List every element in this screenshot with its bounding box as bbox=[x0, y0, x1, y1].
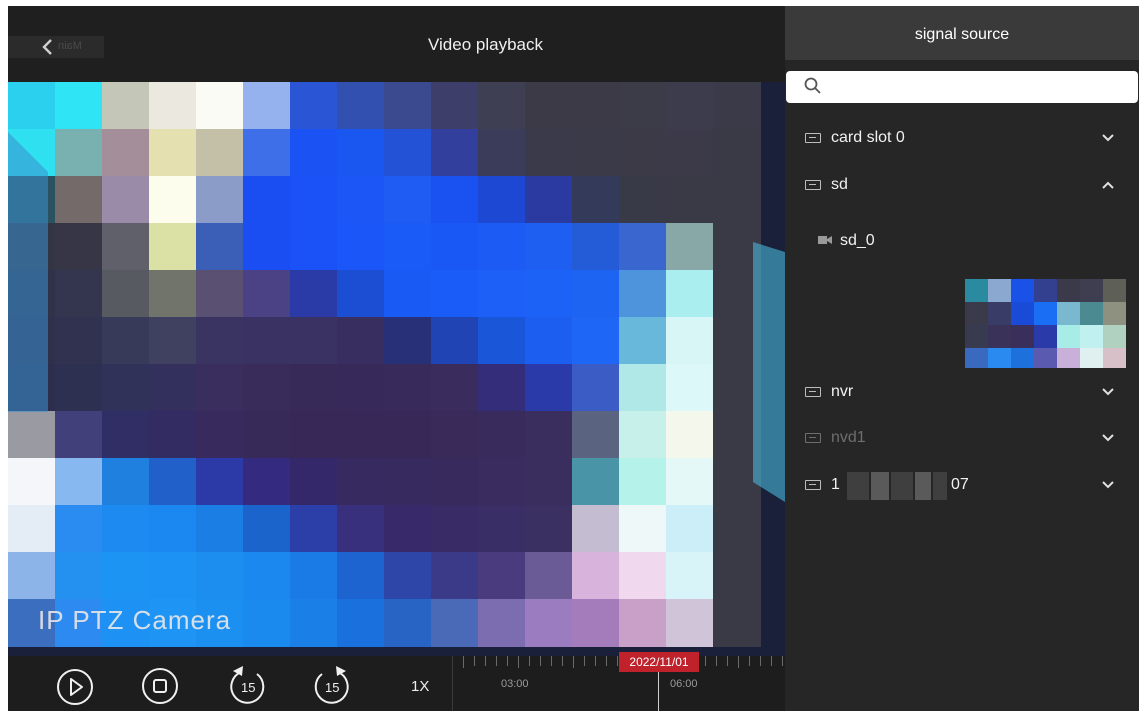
back-button[interactable]: Main bbox=[8, 36, 104, 58]
timeline-tick bbox=[727, 656, 728, 666]
tree-item-sd[interactable]: sd bbox=[785, 166, 1139, 206]
timeline-tick bbox=[474, 656, 475, 666]
play-button[interactable] bbox=[55, 667, 95, 712]
rewind-label: 15 bbox=[241, 680, 255, 695]
camera-icon bbox=[818, 236, 832, 244]
tree-item-nvr[interactable]: nvr bbox=[785, 373, 1139, 413]
forward-label: 15 bbox=[325, 680, 339, 695]
timeline-tick bbox=[738, 656, 739, 668]
timeline-tick bbox=[595, 656, 596, 666]
chevron-down-icon[interactable] bbox=[1101, 431, 1115, 445]
redaction-block bbox=[891, 472, 913, 500]
tree-item-card-slot-0[interactable]: card slot 0 bbox=[785, 119, 1139, 159]
timeline-tick bbox=[782, 656, 783, 666]
tree-item-sd-0[interactable]: sd_0 bbox=[816, 230, 1116, 260]
tree-item-label: sd bbox=[831, 176, 848, 193]
timeline-tick bbox=[485, 656, 486, 666]
timeline-tick bbox=[529, 656, 530, 666]
date-badge: 2022/11/01 bbox=[619, 652, 699, 672]
video-player[interactable]: IP PTZ Camera bbox=[8, 82, 785, 656]
speed-selector[interactable]: 1X bbox=[411, 678, 429, 695]
back-label: Main bbox=[58, 40, 82, 52]
app-window: Main Video playback IP PTZ Camera 15 15 … bbox=[8, 6, 1139, 711]
timeline-tick bbox=[771, 656, 772, 666]
redaction-block bbox=[847, 472, 869, 500]
thumbnail-image bbox=[965, 279, 1126, 368]
timeline-label: 03:00 bbox=[501, 678, 529, 690]
timeline-tick bbox=[705, 656, 706, 666]
top-bar: Main Video playback bbox=[8, 6, 785, 82]
timeline-tick bbox=[760, 656, 761, 666]
timeline-tick bbox=[551, 656, 552, 666]
forward-icon: 15 bbox=[314, 666, 349, 704]
timeline-tick bbox=[749, 656, 750, 666]
device-icon bbox=[805, 180, 821, 190]
tree-item-label: 1 bbox=[831, 476, 840, 493]
search-icon bbox=[804, 77, 821, 94]
video-frame bbox=[8, 82, 785, 647]
timeline[interactable]: 03:00 06:00 2022/11/01 bbox=[452, 652, 786, 711]
redaction-block bbox=[871, 472, 889, 500]
forward-15-button[interactable]: 15 bbox=[312, 663, 352, 710]
chevron-left-icon bbox=[42, 39, 52, 55]
tree-item-redacted[interactable]: 1 07 bbox=[785, 466, 1139, 506]
chevron-down-icon[interactable] bbox=[1101, 385, 1115, 399]
tree-item-nvd1[interactable]: nvd1 bbox=[785, 419, 1139, 459]
timeline-tick bbox=[584, 656, 585, 666]
timeline-label: 06:00 bbox=[670, 678, 698, 690]
device-icon bbox=[805, 433, 821, 443]
timeline-tick bbox=[518, 656, 519, 668]
tree-item-label: nvr bbox=[831, 383, 854, 400]
timeline-tick bbox=[606, 656, 607, 666]
timeline-tick bbox=[463, 656, 464, 668]
tree-item-label: card slot 0 bbox=[831, 129, 905, 146]
timeline-tick bbox=[573, 656, 574, 668]
tree-item-label-tail: 07 bbox=[951, 476, 969, 493]
device-icon bbox=[805, 133, 821, 143]
rewind-15-button[interactable]: 15 bbox=[227, 663, 267, 710]
device-icon bbox=[805, 480, 821, 490]
timeline-tick bbox=[540, 656, 541, 666]
camera-overlay-text: IP PTZ Camera bbox=[38, 605, 232, 635]
timeline-tick bbox=[496, 656, 497, 666]
video-thumbnail[interactable] bbox=[965, 279, 1126, 368]
chevron-down-icon[interactable] bbox=[1101, 478, 1115, 492]
chevron-up-icon[interactable] bbox=[1101, 178, 1115, 192]
timeline-tick bbox=[507, 656, 508, 666]
playback-controls: 15 15 1X 03:00 06:00 2022/11/01 bbox=[8, 652, 786, 712]
redaction-block bbox=[933, 472, 947, 500]
search-box[interactable] bbox=[786, 71, 1138, 103]
stop-icon bbox=[142, 668, 178, 704]
page-title: Video playback bbox=[428, 35, 543, 54]
search-input[interactable] bbox=[822, 75, 1126, 99]
chevron-down-icon[interactable] bbox=[1101, 131, 1115, 145]
signal-source-header: signal source bbox=[785, 6, 1139, 60]
stop-button[interactable] bbox=[140, 666, 180, 711]
timeline-tick bbox=[617, 656, 618, 666]
play-icon bbox=[57, 669, 93, 705]
timeline-tick bbox=[716, 656, 717, 666]
tree-item-label: nvd1 bbox=[831, 429, 866, 446]
device-icon bbox=[805, 387, 821, 397]
timeline-tick bbox=[562, 656, 563, 666]
rewind-icon: 15 bbox=[230, 666, 265, 704]
tree-item-label: sd_0 bbox=[840, 232, 875, 249]
redaction-block bbox=[915, 472, 931, 500]
